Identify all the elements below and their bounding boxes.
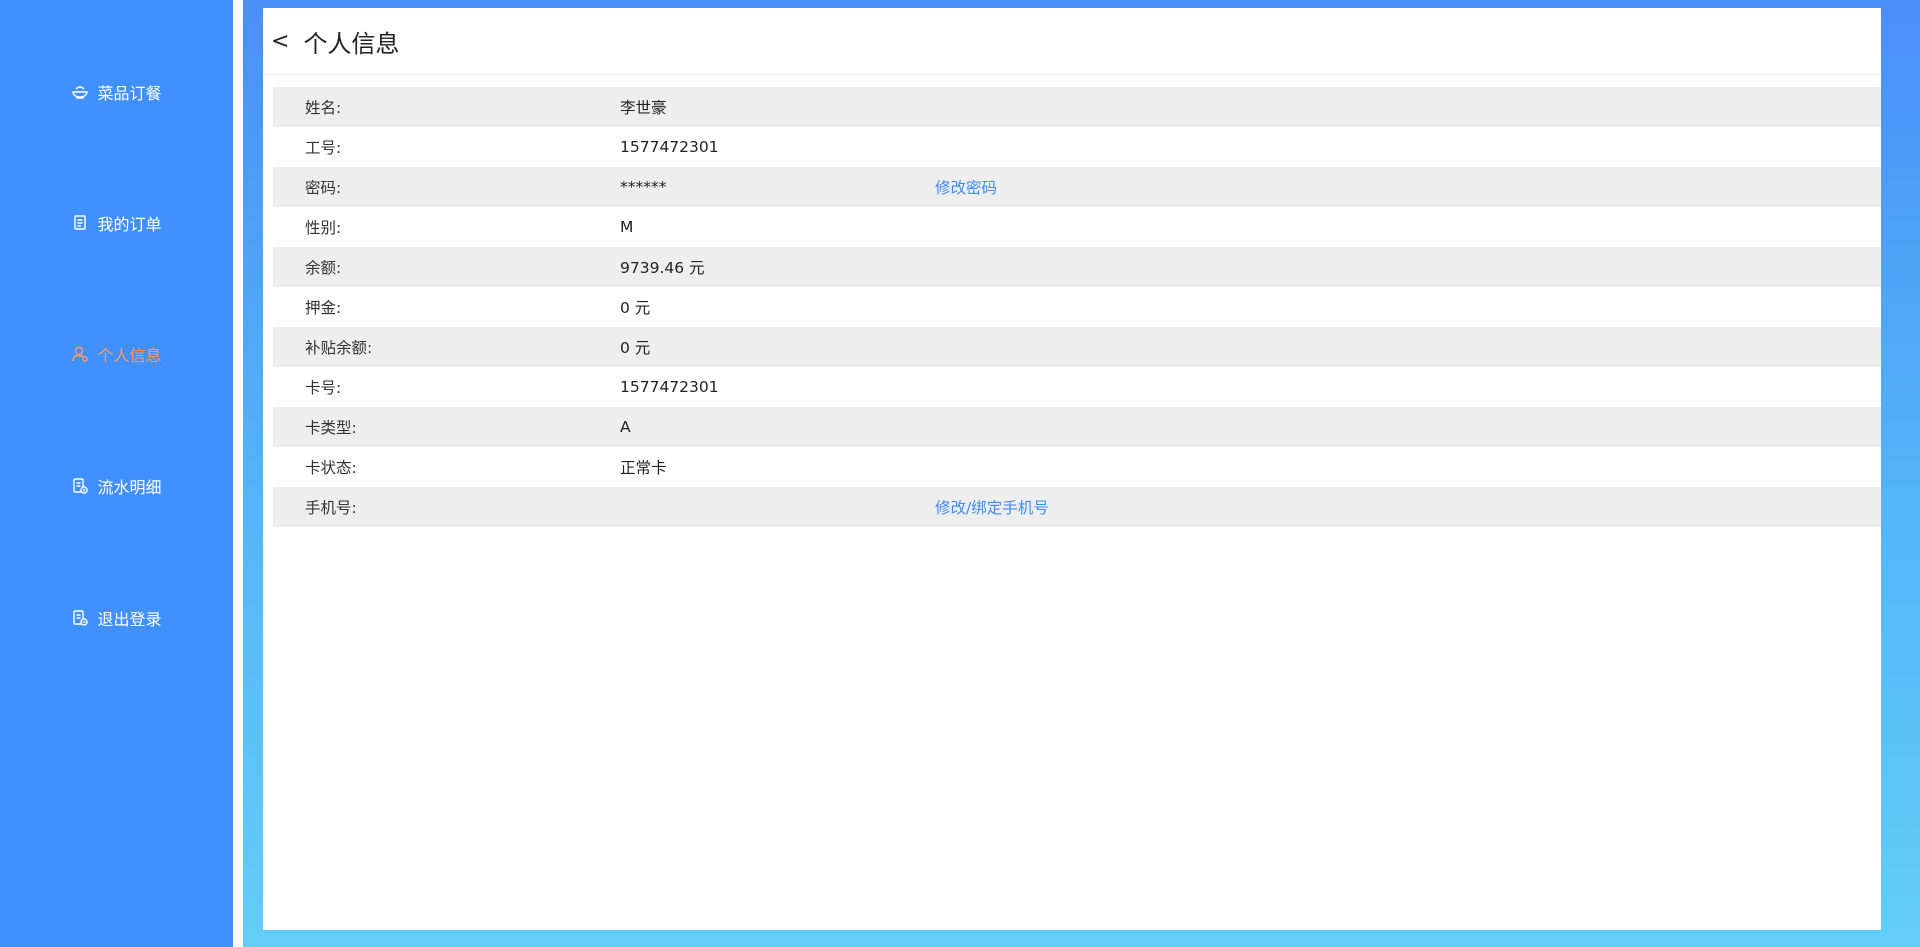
row-label: 补贴余额: (305, 339, 373, 357)
change-password-link[interactable]: 修改密码 (935, 176, 997, 198)
table-row: 手机号: 修改/绑定手机号 (273, 487, 1881, 527)
row-label: 性别: (305, 219, 342, 237)
sidebar-item-order-food[interactable]: 菜品订餐 (0, 72, 233, 112)
row-value: ****** (620, 178, 667, 196)
row-label: 余额: (305, 259, 342, 277)
page-title: 个人信息 (303, 29, 400, 58)
table-row: 姓名: 李世豪 (273, 87, 1881, 127)
logout-icon (71, 609, 89, 627)
app-root: 菜品订餐 我的订单 个人信息 流水明细 退出登录 < 个人信息 姓名: 李世豪 … (0, 0, 1920, 947)
divider (233, 0, 243, 947)
sidebar-item-logout[interactable]: 退出登录 (0, 598, 233, 638)
row-label: 卡号: (305, 379, 342, 397)
sidebar-item-label: 个人信息 (97, 346, 162, 365)
row-label: 押金: (305, 299, 342, 317)
sidebar: 菜品订餐 我的订单 个人信息 流水明细 退出登录 (0, 0, 233, 947)
bill-icon (71, 477, 89, 495)
change-phone-link[interactable]: 修改/绑定手机号 (935, 496, 1049, 518)
sidebar-item-profile[interactable]: 个人信息 (0, 334, 233, 374)
row-value: 1577472301 (620, 138, 719, 156)
sidebar-item-label: 我的订单 (97, 215, 162, 234)
sidebar-item-label: 流水明细 (97, 478, 162, 497)
sidebar-item-label: 退出登录 (97, 610, 162, 629)
user-icon (71, 345, 89, 363)
document-icon (71, 214, 89, 232)
table-row: 押金: 0 元 (273, 287, 1881, 327)
row-label: 姓名: (305, 99, 342, 117)
profile-panel: < 个人信息 姓名: 李世豪 工号: 1577472301 密码: ******… (263, 8, 1881, 930)
table-row: 补贴余额: 0 元 (273, 327, 1881, 367)
table-row: 卡状态: 正常卡 (273, 447, 1881, 487)
table-row: 卡号: 1577472301 (273, 367, 1881, 407)
table-row: 性别: M (273, 207, 1881, 247)
row-value: 1577472301 (620, 378, 719, 396)
panel-header: < 个人信息 (263, 8, 1881, 75)
row-value: 9739.46 元 (620, 259, 705, 277)
sidebar-item-label: 菜品订餐 (97, 84, 162, 103)
row-value: A (620, 418, 631, 436)
table-row: 密码: ****** 修改密码 (273, 167, 1881, 207)
row-label: 卡状态: (305, 459, 357, 477)
row-value: M (620, 218, 634, 236)
sidebar-item-my-orders[interactable]: 我的订单 (0, 203, 233, 243)
profile-info-table: 姓名: 李世豪 工号: 1577472301 密码: ****** 修改密码 性… (273, 87, 1881, 527)
table-row: 卡类型: A (273, 407, 1881, 447)
row-value: 李世豪 (620, 99, 667, 117)
row-value: 正常卡 (620, 459, 667, 477)
row-label: 密码: (305, 179, 342, 197)
row-label: 手机号: (305, 499, 357, 517)
back-button[interactable]: < (271, 29, 289, 54)
row-label: 工号: (305, 139, 342, 157)
rice-bowl-icon (71, 83, 89, 101)
row-value: 0 元 (620, 339, 651, 357)
row-label: 卡类型: (305, 419, 357, 437)
table-row: 余额: 9739.46 元 (273, 247, 1881, 287)
sidebar-item-transactions[interactable]: 流水明细 (0, 466, 233, 506)
row-value: 0 元 (620, 299, 651, 317)
table-row: 工号: 1577472301 (273, 127, 1881, 167)
